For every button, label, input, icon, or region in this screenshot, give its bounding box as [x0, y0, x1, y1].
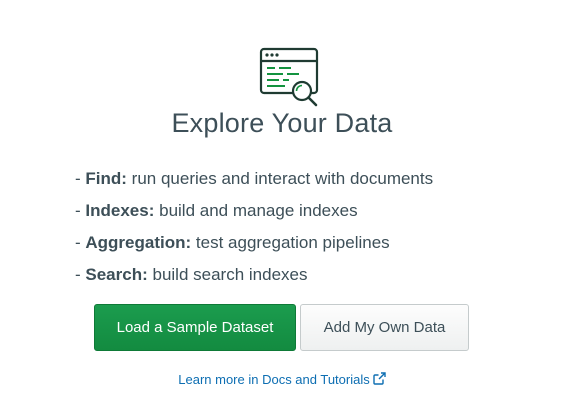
feature-term: Indexes: — [85, 201, 155, 220]
external-link-icon — [373, 372, 386, 385]
list-item: - Aggregation: test aggregation pipeline… — [75, 233, 390, 252]
add-my-own-data-button[interactable]: Add My Own Data — [300, 304, 469, 351]
feature-desc: run queries and interact with documents — [131, 169, 434, 188]
docs-link-label: Learn more in Docs and Tutorials — [178, 372, 370, 387]
list-item: - Indexes: build and manage indexes — [75, 201, 358, 220]
load-sample-dataset-button[interactable]: Load a Sample Dataset — [94, 304, 296, 351]
feature-desc: test aggregation pipelines — [195, 233, 390, 252]
docs-tutorials-link[interactable]: Learn more in Docs and Tutorials — [0, 372, 564, 387]
list-item: - Search: build search indexes — [75, 265, 308, 284]
magnifier-over-document-icon — [259, 47, 319, 107]
feature-desc: build search indexes — [152, 265, 308, 284]
list-item: - Find: run queries and interact with do… — [75, 169, 434, 188]
feature-term: Search: — [85, 265, 148, 284]
feature-list: - Find: run queries and interact with do… — [75, 165, 433, 293]
page-title: Explore Your Data — [171, 108, 393, 138]
feature-desc: build and manage indexes — [159, 201, 358, 220]
feature-term: Aggregation: — [85, 233, 192, 252]
feature-term: Find: — [85, 169, 127, 188]
